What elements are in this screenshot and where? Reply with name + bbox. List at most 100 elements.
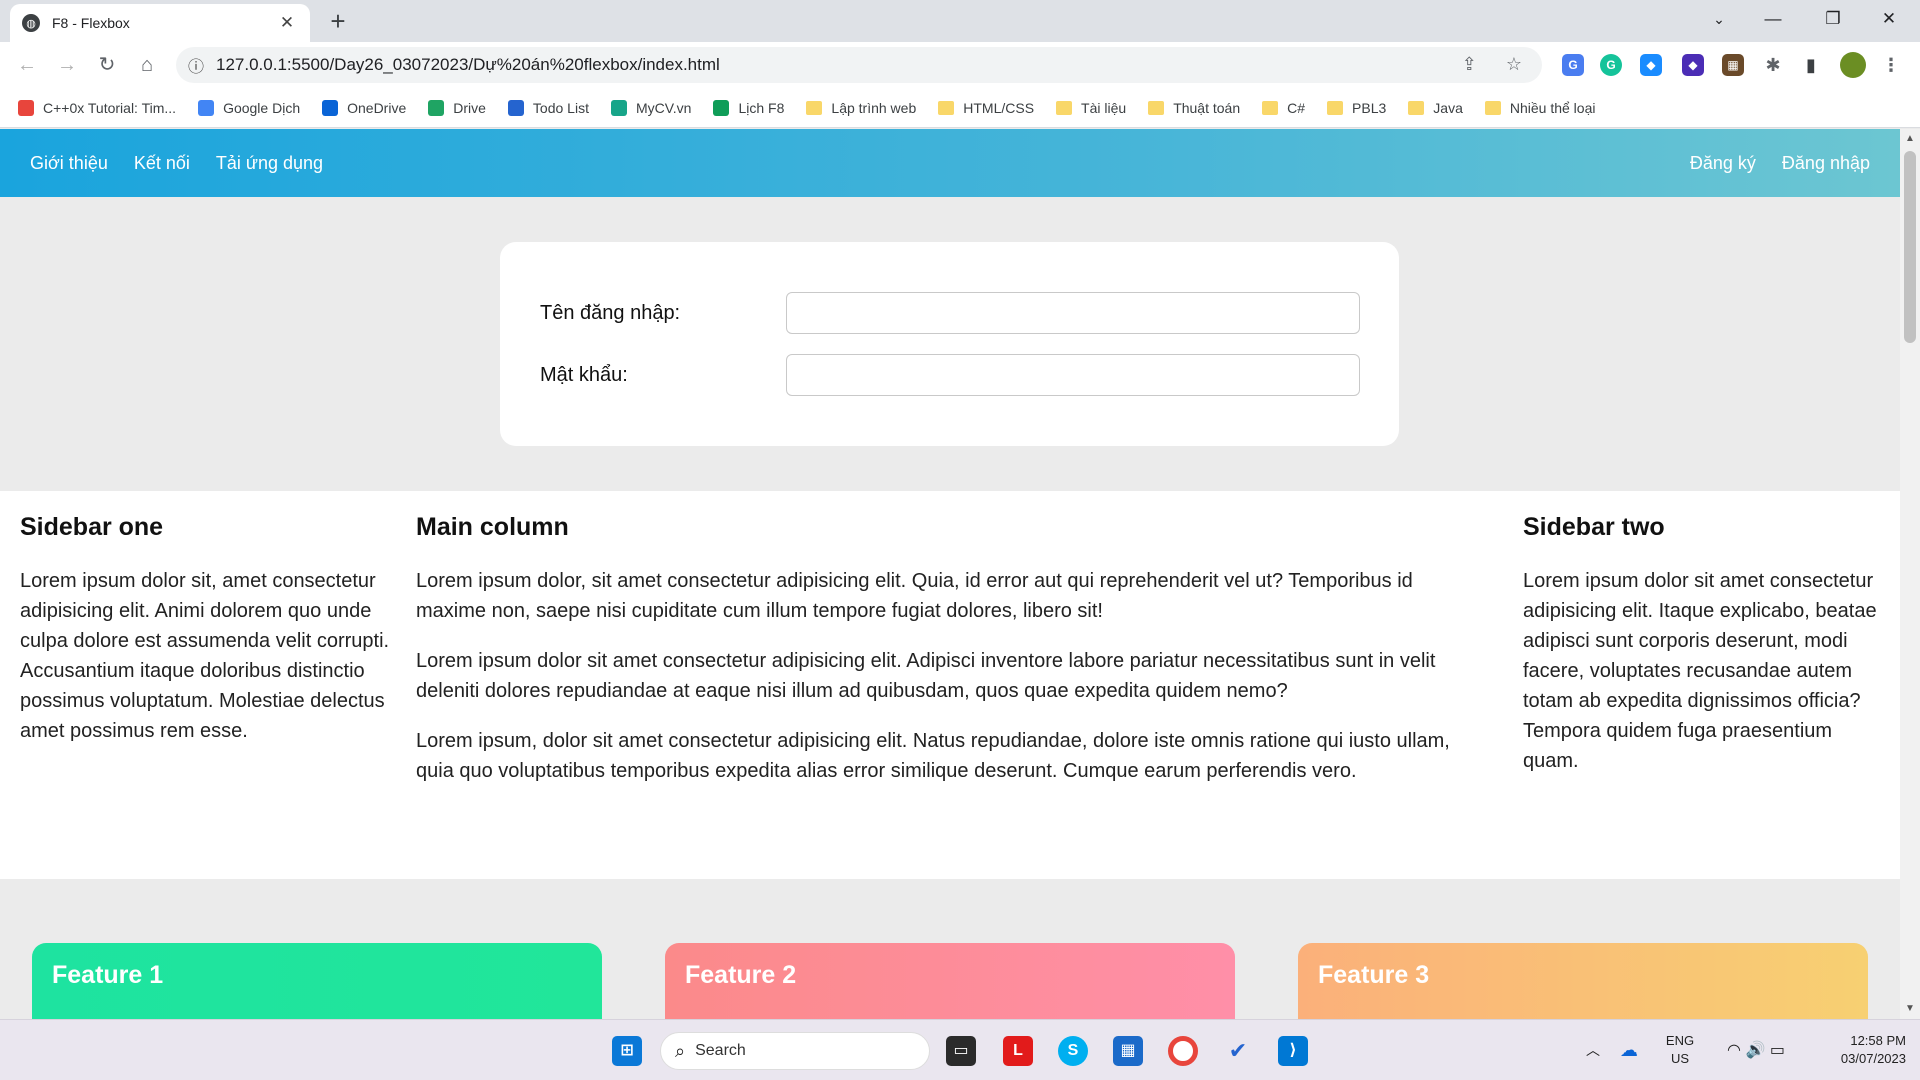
bookmark-label: Nhiều thể loại <box>1509 99 1596 116</box>
bookmark-item[interactable]: C++0x Tutorial: Tim... <box>18 99 176 116</box>
nav-link-dang-nhap[interactable]: Đăng nhập <box>1782 153 1870 174</box>
skype-icon[interactable]: S <box>1058 1036 1088 1066</box>
sidebar-one: Sidebar one Lorem ipsum dolor sit, amet … <box>20 513 390 766</box>
three-column-section: Sidebar one Lorem ipsum dolor sit, amet … <box>0 491 1900 879</box>
scroll-down-icon[interactable]: ▼ <box>1900 1003 1920 1014</box>
cloud-icon <box>322 99 339 116</box>
profile-avatar[interactable] <box>1840 52 1866 78</box>
bookmark-item[interactable]: Lập trình web <box>806 100 916 116</box>
bookmark-item[interactable]: MyCV.vn <box>610 99 691 116</box>
bookmark-item[interactable]: Java <box>1408 100 1463 116</box>
tab-search-icon[interactable]: ⌄ <box>1692 0 1746 40</box>
nav-link-gioi-thieu[interactable]: Giới thiệu <box>30 153 108 174</box>
menu-kebab-icon[interactable]: ⋮ <box>1880 54 1902 76</box>
username-label: Tên đăng nhập: <box>540 301 681 324</box>
windows-start-icon[interactable]: ⊞ <box>612 1036 642 1066</box>
scroll-up-icon[interactable]: ▲ <box>1900 133 1920 144</box>
username-row: Tên đăng nhập: <box>540 292 1360 334</box>
password-label: Mật khẩu: <box>540 363 628 386</box>
onedrive-tray-icon[interactable]: ☁ <box>1614 1020 1644 1080</box>
windows-taskbar: ⊞ ⌕ Search ▭ L S ▦ ✔ ⟩ ︿ ☁ ENG US ◠ 🔊 ▭ … <box>0 1019 1920 1080</box>
restore-icon[interactable]: ❐ <box>1806 0 1860 40</box>
folder-icon <box>1148 100 1165 115</box>
password-input[interactable] <box>786 354 1360 396</box>
new-tab-button[interactable]: + <box>322 6 354 38</box>
bookmark-item[interactable]: C# <box>1262 100 1305 116</box>
region-code: US <box>1670 1051 1690 1066</box>
sidebar-two-text: Lorem ipsum dolor sit amet consectetur a… <box>1523 570 1877 772</box>
bookmark-item[interactable]: Google Dịch <box>198 99 300 116</box>
page-scrollbar[interactable]: ▲ ▼ <box>1900 129 1920 1019</box>
bookmark-item[interactable]: Drive <box>428 99 486 116</box>
color-extension-icon[interactable]: ▦ <box>1722 54 1744 76</box>
bookmark-item[interactable]: Thuật toán <box>1148 100 1240 116</box>
droplet-extension-icon[interactable]: ◆ <box>1640 54 1662 76</box>
nav-link-dang-ky[interactable]: Đăng ký <box>1690 153 1756 174</box>
feature-card-3: Feature 3 <box>1298 943 1868 1019</box>
side-panel-icon[interactable]: ▮ <box>1800 54 1822 76</box>
bookmark-item[interactable]: Lịch F8 <box>713 99 785 116</box>
chrome-icon[interactable] <box>1168 1036 1198 1066</box>
extension-badge-icon[interactable]: ◆ <box>1682 54 1704 76</box>
store-icon[interactable]: ▦ <box>1113 1036 1143 1066</box>
login-form-card: Tên đăng nhập: Mật khẩu: <box>500 242 1399 446</box>
folder-icon <box>1262 100 1279 115</box>
home-icon[interactable]: ⌂ <box>132 51 162 81</box>
nav-link-ket-noi[interactable]: Kết nối <box>134 153 190 174</box>
search-label: Search <box>695 1042 746 1059</box>
network-sound-battery-icons[interactable]: ◠ 🔊 ▭ <box>1716 1020 1796 1080</box>
tab-title: F8 - Flexbox <box>52 15 130 31</box>
translate-extension-icon[interactable]: G <box>1562 54 1584 76</box>
close-tab-icon[interactable]: ✕ <box>276 13 298 33</box>
bookmark-item[interactable]: PBL3 <box>1327 100 1386 116</box>
bookmark-item[interactable]: Tài liệu <box>1056 100 1126 116</box>
bookmark-item[interactable]: OneDrive <box>322 99 407 116</box>
language-code: ENG <box>1665 1033 1695 1048</box>
bookmark-label: Lịch F8 <box>738 99 785 116</box>
close-window-icon[interactable]: ✕ <box>1862 0 1916 40</box>
chrome-icon <box>18 99 34 116</box>
share-icon[interactable]: ⇪ <box>1462 54 1477 74</box>
bookmark-label: Drive <box>453 99 486 116</box>
minimize-icon[interactable]: — <box>1746 0 1800 40</box>
bookmark-item[interactable]: HTML/CSS <box>938 100 1034 116</box>
password-row: Mật khẩu: <box>540 354 1360 396</box>
bookmark-item[interactable]: Todo List <box>507 99 589 116</box>
bookmark-label: HTML/CSS <box>963 99 1035 116</box>
taskbar-search-box[interactable]: ⌕ Search <box>660 1032 930 1070</box>
sidebar-two: Sidebar two Lorem ipsum dolor sit amet c… <box>1523 513 1883 796</box>
todo-check-icon[interactable]: ✔ <box>1223 1036 1253 1066</box>
bookmarks-bar: C++0x Tutorial: Tim... Google Dịch OneDriv… <box>0 88 1920 128</box>
scrollbar-thumb[interactable] <box>1904 151 1916 343</box>
lingoes-app-icon[interactable]: L <box>1003 1036 1033 1066</box>
bookmark-label: OneDrive <box>347 99 407 116</box>
vscode-icon[interactable]: ⟩ <box>1278 1036 1308 1066</box>
clock[interactable]: 12:58 PM 03/07/2023 <box>1810 1020 1906 1080</box>
bookmark-label: C# <box>1287 99 1306 116</box>
puzzle-icon[interactable]: ✱ <box>1762 54 1784 76</box>
nav-link-tai-ung-dung[interactable]: Tải ứng dụng <box>216 153 323 174</box>
reload-icon[interactable]: ↻ <box>92 51 122 81</box>
task-view-icon[interactable]: ▭ <box>946 1036 976 1066</box>
browser-tab[interactable]: ◍ F8 - Flexbox ✕ <box>10 4 310 42</box>
site-navbar: Giới thiệu Kết nối Tải ứng dụng Đăng ký … <box>0 129 1900 197</box>
site-info-icon[interactable]: ⓘ <box>176 53 216 77</box>
folder-icon <box>938 100 955 115</box>
tray-overflow-icon[interactable]: ︿ <box>1580 1020 1606 1080</box>
back-icon[interactable]: ← <box>12 51 42 81</box>
drive-icon <box>428 99 445 116</box>
bookmark-item[interactable]: Nhiều thể loại <box>1484 99 1596 116</box>
forward-icon[interactable]: → <box>52 51 82 81</box>
grammarly-extension-icon[interactable]: G <box>1600 54 1622 76</box>
address-bar[interactable]: ⓘ 127.0.0.1:5500/Day26_03072023/Dự%20án%… <box>176 47 1542 83</box>
calendar-icon <box>713 99 730 116</box>
feature-title: Feature 1 <box>52 961 164 989</box>
language-indicator[interactable]: ENG US <box>1660 1020 1700 1080</box>
sidebar-two-title: Sidebar two <box>1523 513 1665 541</box>
username-input[interactable] <box>786 292 1360 334</box>
clock-date: 03/07/2023 <box>1840 1051 1906 1066</box>
bookmark-star-icon[interactable]: ☆ <box>1506 54 1522 74</box>
folder-icon <box>1056 100 1073 115</box>
main-column-paragraph: Lorem ipsum dolor, sit amet consectetur … <box>416 570 1413 622</box>
feature-card-2: Feature 2 <box>665 943 1235 1019</box>
